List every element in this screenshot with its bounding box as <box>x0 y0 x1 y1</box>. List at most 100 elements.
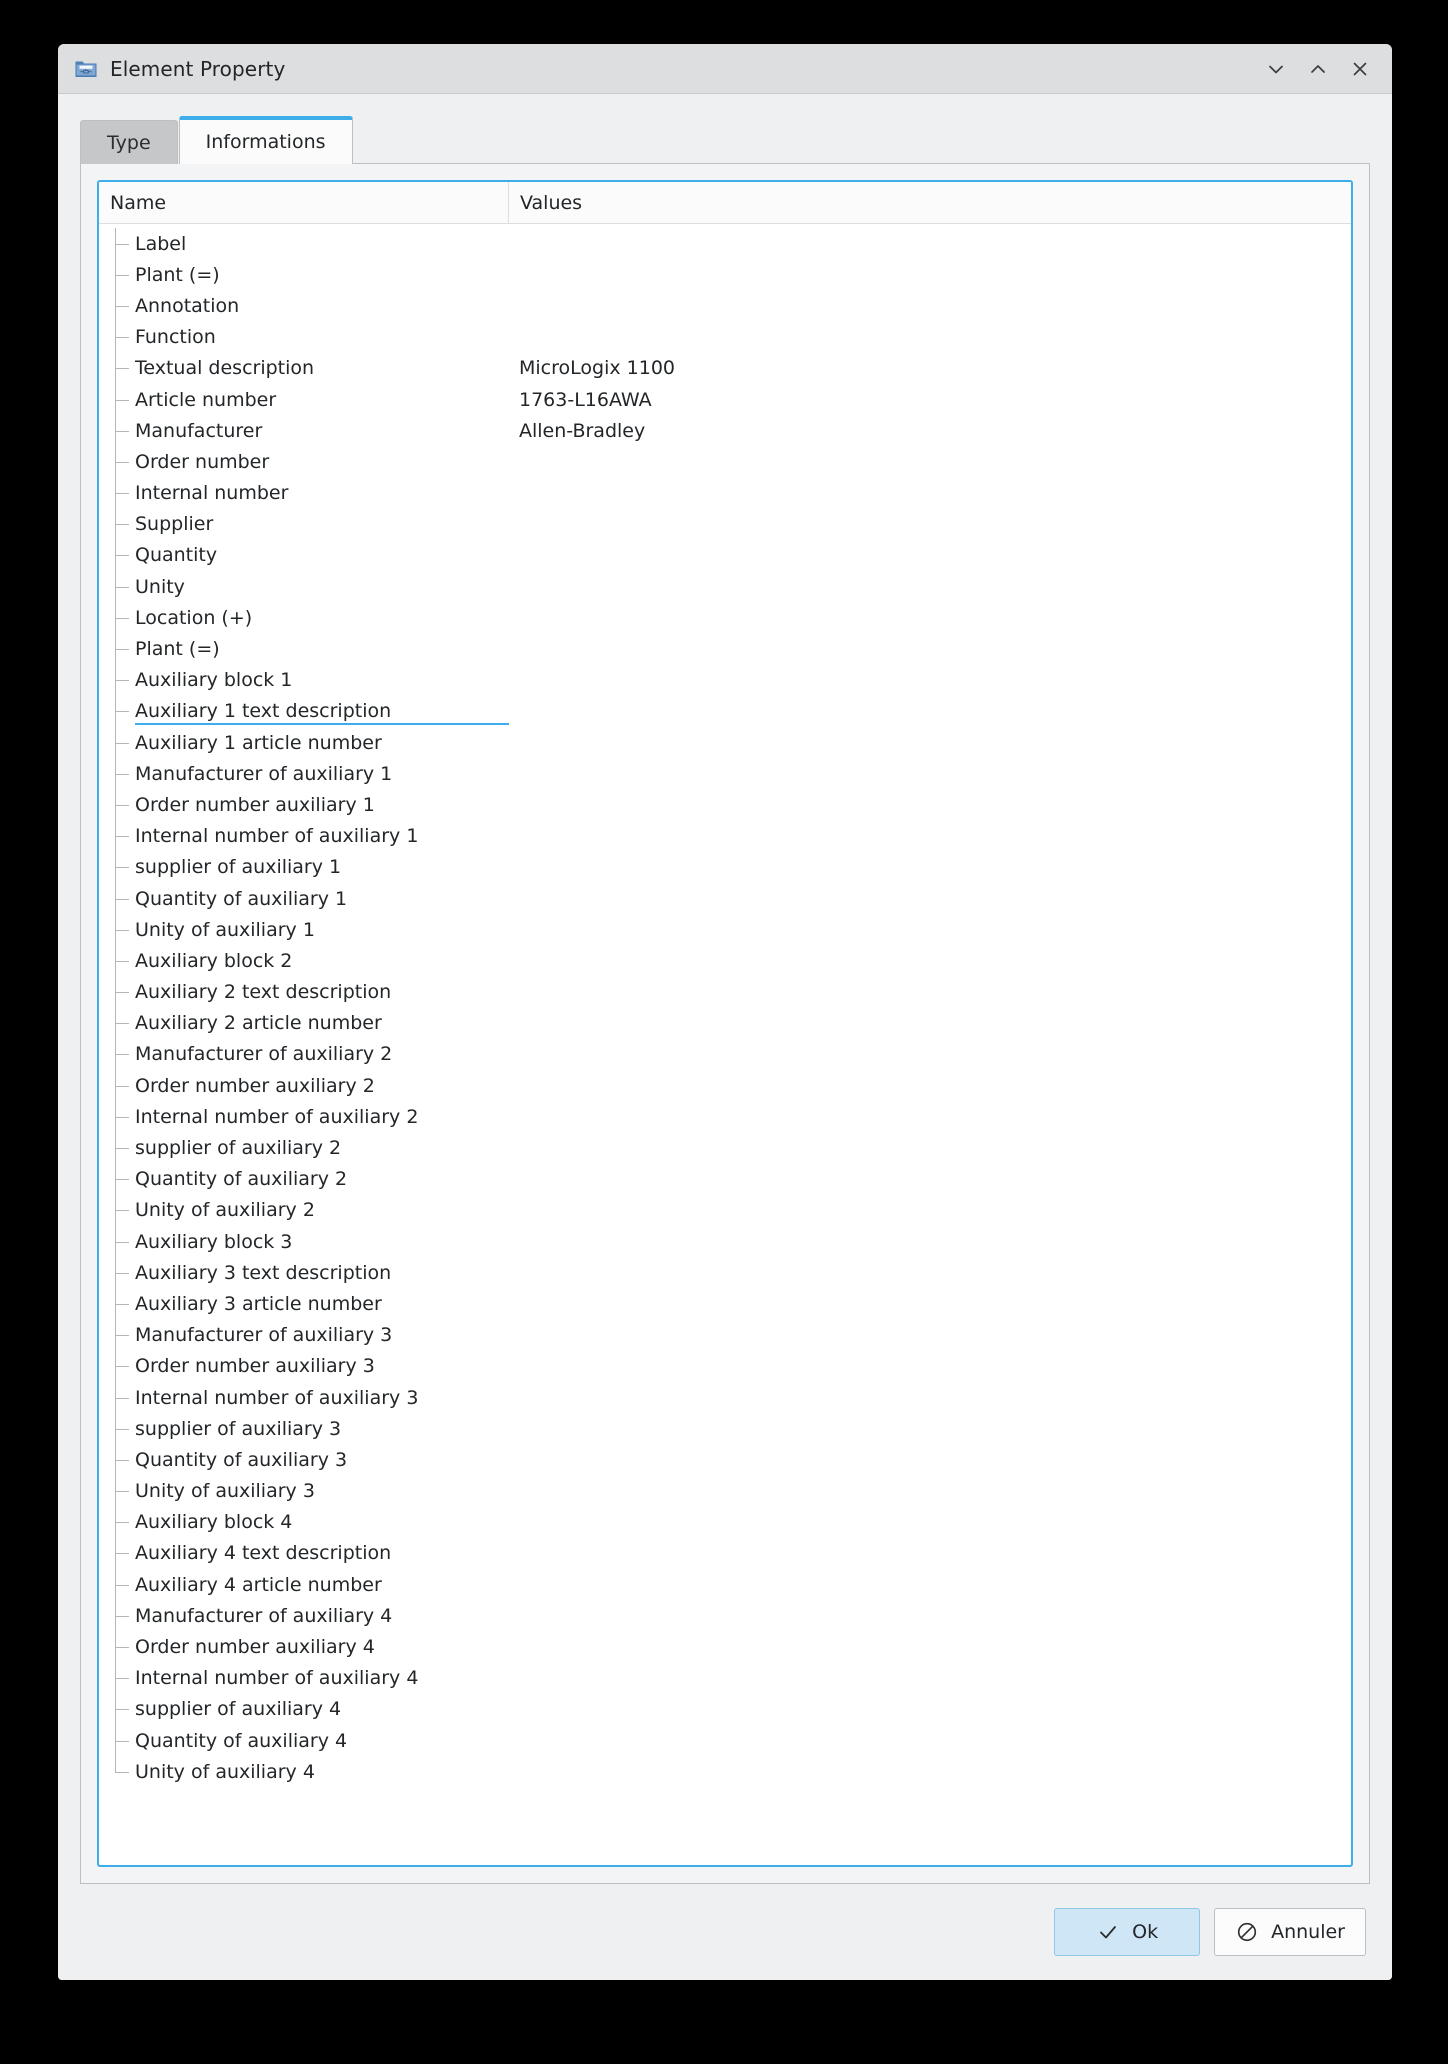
table-row[interactable]: Internal number of auxiliary 3 <box>99 1382 1351 1413</box>
table-row[interactable]: Order number auxiliary 1 <box>99 789 1351 820</box>
tree-branch-line <box>115 274 129 276</box>
tree-branch-line <box>115 430 129 432</box>
tree-branch-line <box>115 804 129 806</box>
tab-bar: Type Informations <box>80 116 1370 164</box>
row-name-cell: Supplier <box>135 513 214 536</box>
column-header-name[interactable]: Name <box>99 182 509 223</box>
properties-tree-view[interactable]: Name Values Label Plant (=) Annotation Func… <box>97 180 1353 1867</box>
row-name-cell: supplier of auxiliary 2 <box>135 1137 342 1160</box>
tree-branch-line <box>115 555 129 557</box>
table-row[interactable]: Supplier <box>99 509 1351 540</box>
table-row[interactable]: Label <box>99 228 1351 259</box>
tab-informations[interactable]: Informations <box>178 116 353 164</box>
table-row[interactable]: supplier of auxiliary 1 <box>99 852 1351 883</box>
table-row[interactable]: Auxiliary 4 article number <box>99 1569 1351 1600</box>
table-row[interactable]: Quantity <box>99 540 1351 571</box>
table-row[interactable]: Order number auxiliary 3 <box>99 1351 1351 1382</box>
tree-branch-line <box>115 1584 129 1586</box>
table-row[interactable]: Manufacturer of auxiliary 1 <box>99 758 1351 789</box>
table-row[interactable]: Auxiliary 2 text description <box>99 977 1351 1008</box>
table-row[interactable]: Auxiliary 2 article number <box>99 1008 1351 1039</box>
row-name-cell: Quantity of auxiliary 2 <box>135 1168 348 1191</box>
tree-branch-line <box>115 337 129 339</box>
table-row[interactable]: supplier of auxiliary 3 <box>99 1413 1351 1444</box>
table-row[interactable]: Internal number of auxiliary 2 <box>99 1101 1351 1132</box>
table-row[interactable]: Textual description MicroLogix 1100 <box>99 353 1351 384</box>
table-row[interactable]: Auxiliary block 2 <box>99 945 1351 976</box>
table-row[interactable]: Auxiliary block 3 <box>99 1226 1351 1257</box>
table-row[interactable]: Auxiliary 1 article number <box>99 727 1351 758</box>
table-row[interactable]: Quantity of auxiliary 2 <box>99 1164 1351 1195</box>
row-name-cell: Auxiliary 1 text description <box>135 700 392 723</box>
row-name-cell: Annotation <box>135 294 240 317</box>
table-row[interactable]: Unity of auxiliary 2 <box>99 1195 1351 1226</box>
row-value-cell[interactable]: MicroLogix 1100 <box>519 357 675 379</box>
row-name-cell: Auxiliary 4 text description <box>135 1542 392 1565</box>
row-value-cell[interactable]: Allen-Bradley <box>519 420 645 442</box>
tree-branch-line <box>115 1023 129 1025</box>
table-row[interactable]: Auxiliary 1 text description <box>99 696 1351 727</box>
table-row[interactable]: Quantity of auxiliary 3 <box>99 1444 1351 1475</box>
table-row[interactable]: Manufacturer of auxiliary 2 <box>99 1039 1351 1070</box>
informations-tab-page: Name Values Label Plant (=) Annotation Func… <box>80 164 1370 1884</box>
table-row[interactable]: Auxiliary block 1 <box>99 665 1351 696</box>
tree-branch-line <box>115 1366 129 1368</box>
table-row[interactable]: Internal number of auxiliary 4 <box>99 1663 1351 1694</box>
table-row[interactable]: Quantity of auxiliary 4 <box>99 1725 1351 1756</box>
table-row[interactable]: Auxiliary 3 article number <box>99 1288 1351 1319</box>
table-row[interactable]: Order number auxiliary 2 <box>99 1070 1351 1101</box>
window-controls <box>1258 52 1378 86</box>
table-row[interactable]: Order number auxiliary 4 <box>99 1631 1351 1662</box>
table-row[interactable]: Unity of auxiliary 4 <box>99 1756 1351 1787</box>
row-name-cell: Quantity of auxiliary 3 <box>135 1448 348 1471</box>
row-name-cell: Function <box>135 326 216 349</box>
row-name-cell: Internal number of auxiliary 1 <box>135 825 419 848</box>
row-name-cell: Order number auxiliary 1 <box>135 793 375 816</box>
tab-type[interactable]: Type <box>80 120 178 164</box>
cancel-button[interactable]: Annuler <box>1214 1908 1366 1956</box>
table-row[interactable]: Function <box>99 322 1351 353</box>
table-row[interactable]: Internal number <box>99 478 1351 509</box>
table-row[interactable]: Internal number of auxiliary 1 <box>99 821 1351 852</box>
table-row[interactable]: Annotation <box>99 290 1351 321</box>
table-row[interactable]: Auxiliary 4 text description <box>99 1538 1351 1569</box>
tab-type-label: Type <box>107 131 151 154</box>
title-bar: Element Property <box>58 44 1392 94</box>
table-row[interactable]: supplier of auxiliary 2 <box>99 1132 1351 1163</box>
table-row[interactable]: supplier of auxiliary 4 <box>99 1694 1351 1725</box>
table-row[interactable]: Quantity of auxiliary 1 <box>99 883 1351 914</box>
ok-button[interactable]: Ok <box>1054 1908 1201 1956</box>
ok-button-label: Ok <box>1132 1921 1159 1943</box>
table-row[interactable]: Auxiliary 3 text description <box>99 1257 1351 1288</box>
tree-branch-line <box>115 742 129 744</box>
tree-branch-line <box>115 243 129 245</box>
row-name-cell: Auxiliary block 3 <box>135 1230 293 1253</box>
row-name-cell: Plant (=) <box>135 263 220 286</box>
table-row[interactable]: Location (+) <box>99 602 1351 633</box>
tree-branch-line <box>115 1054 129 1056</box>
table-row[interactable]: Article number 1763-L16AWA <box>99 384 1351 415</box>
row-name-cell: supplier of auxiliary 4 <box>135 1698 342 1721</box>
table-row[interactable]: Plant (=) <box>99 633 1351 664</box>
table-row[interactable]: Auxiliary block 4 <box>99 1507 1351 1538</box>
maximize-button[interactable] <box>1300 52 1336 86</box>
table-row[interactable]: Manufacturer Allen-Bradley <box>99 415 1351 446</box>
table-row[interactable]: Order number <box>99 446 1351 477</box>
row-name-cell: Internal number of auxiliary 4 <box>135 1667 419 1690</box>
table-row[interactable]: Unity of auxiliary 3 <box>99 1476 1351 1507</box>
row-value-cell[interactable]: 1763-L16AWA <box>519 389 652 411</box>
table-row[interactable]: Plant (=) <box>99 259 1351 290</box>
table-row[interactable]: Unity <box>99 571 1351 602</box>
tree-branch-line <box>115 1553 129 1555</box>
tree-branch-line <box>115 493 129 495</box>
window-title: Element Property <box>110 56 286 81</box>
dialog-content: Type Informations Name Values Label Plan… <box>58 94 1392 1884</box>
close-button[interactable] <box>1342 52 1378 86</box>
table-row[interactable]: Manufacturer of auxiliary 4 <box>99 1600 1351 1631</box>
table-row[interactable]: Manufacturer of auxiliary 3 <box>99 1320 1351 1351</box>
cancel-button-label: Annuler <box>1271 1921 1345 1943</box>
column-header-values[interactable]: Values <box>509 182 1351 223</box>
table-row[interactable]: Unity of auxiliary 1 <box>99 914 1351 945</box>
row-name-cell: Auxiliary 4 article number <box>135 1573 382 1596</box>
minimize-button[interactable] <box>1258 52 1294 86</box>
